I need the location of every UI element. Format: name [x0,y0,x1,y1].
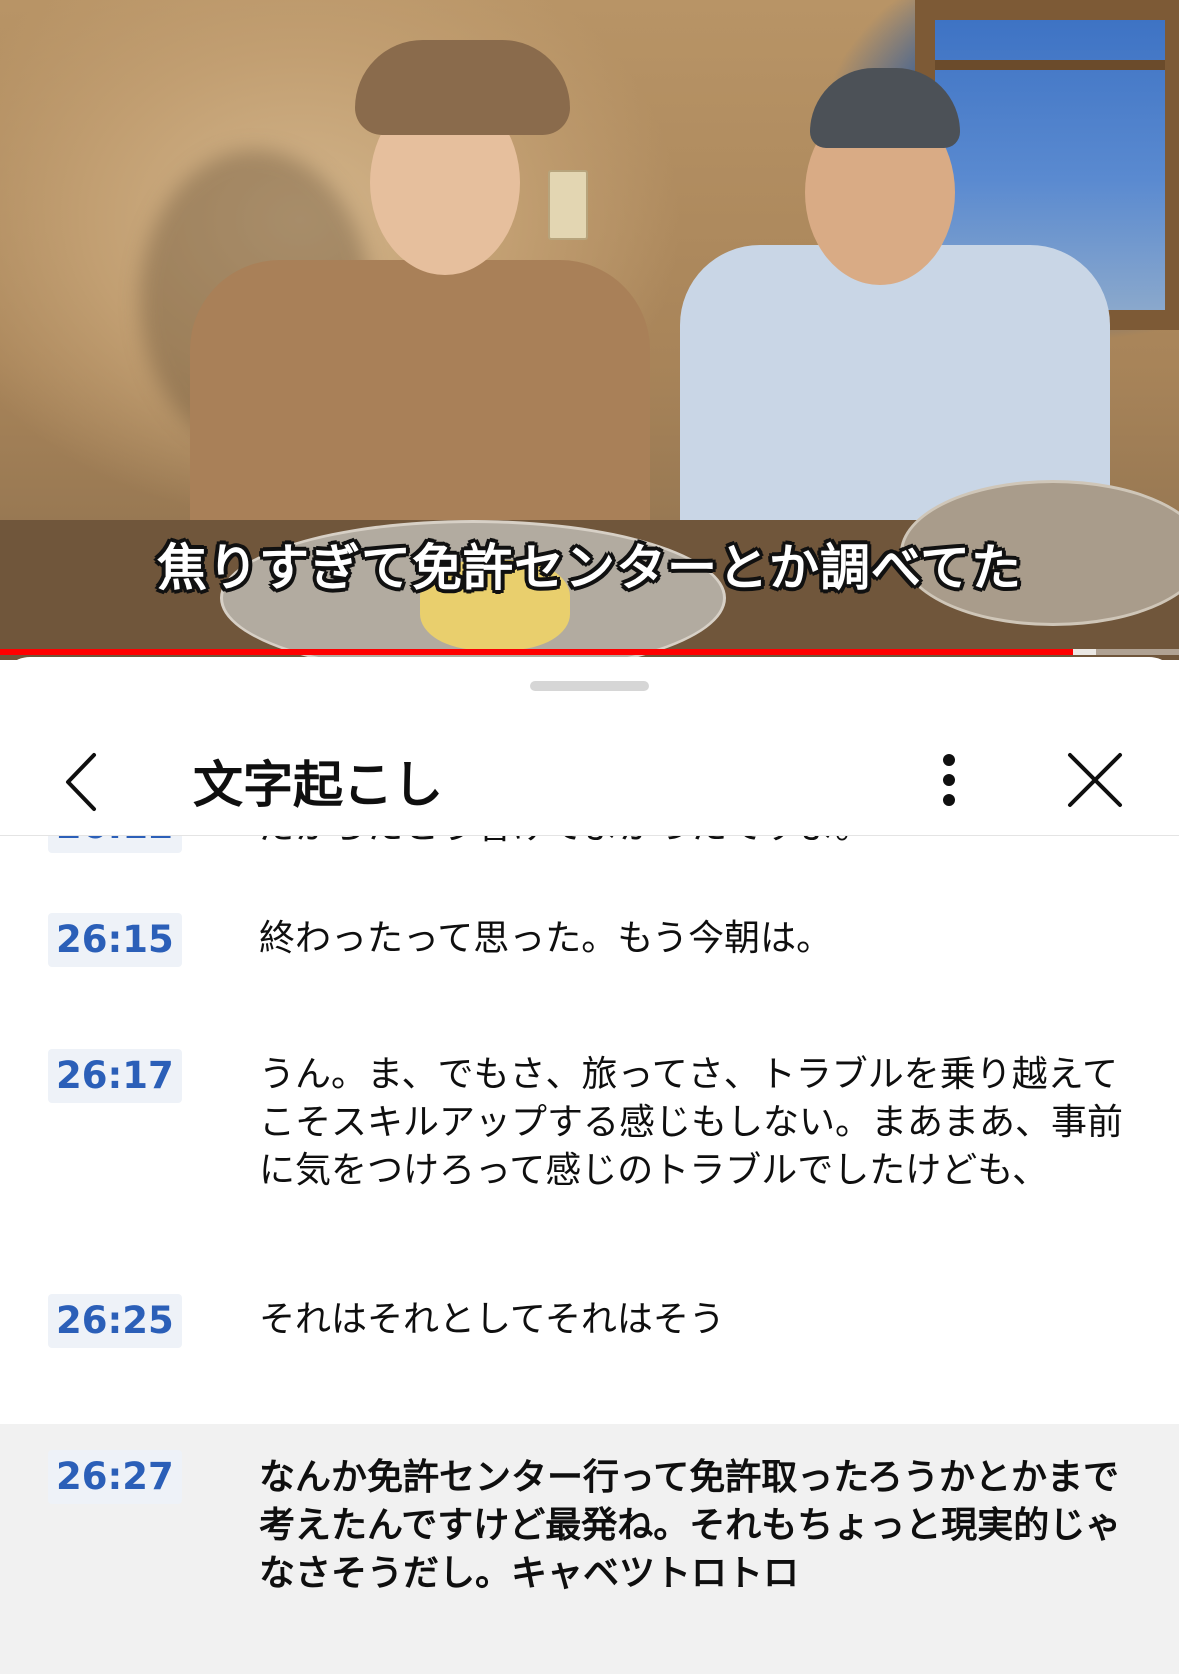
segment-text: なんか免許センター行って免許取ったろうかとかまで考えたんですけど最発ね。それもち… [259,1457,1122,1594]
transcript-segment[interactable]: 26:25 それはそれとしてそれはそう [0,1280,1179,1390]
progress-bar[interactable] [0,649,1179,655]
window-bar [935,60,1165,70]
wall-outlet [548,170,588,240]
video-caption: 焦りすぎて免許センターとか調べてた [157,539,1022,597]
transcript-segment[interactable]: 26:15 終わったって思った。もう今朝は。 [0,895,1179,1005]
timestamp[interactable]: 26:12 [48,835,182,853]
segment-text: 終わったって思った。もう今朝は。 [259,918,833,959]
segment-text: それはそれとしてそれはそう [259,1299,725,1340]
progress-fill [0,649,1073,655]
transcript-panel: 文字起こし 26:12 だからたとう着けてよかったですよ。 26:15 終わった… [0,657,1179,1674]
timestamp[interactable]: 26:27 [48,1450,182,1504]
person-left-hat [355,40,570,135]
segment-text: うん。ま、でもさ、旅ってさ、トラブルを乗り越えてこそスキルアップする感じもしない… [259,1054,1124,1191]
panel-header: 文字起こし [0,717,1179,836]
transcript-list[interactable]: 26:12 だからたとう着けてよかったですよ。 26:15 終わったって思った。… [0,835,1179,1674]
back-button[interactable] [48,747,118,817]
timestamp[interactable]: 26:15 [48,913,182,967]
drag-handle[interactable] [530,681,649,691]
close-icon [1068,753,1122,807]
segment-text: だからたとう着けてよかったですよ。 [259,835,1139,851]
more-options-button[interactable] [918,745,980,815]
close-button[interactable] [1060,745,1130,815]
more-vert-icon [943,754,955,806]
transcript-segment[interactable]: 26:17 うん。ま、でもさ、旅ってさ、トラブルを乗り越えてこそスキルアップする… [0,1035,1179,1245]
panel-title: 文字起こし [193,756,443,814]
timestamp[interactable]: 26:17 [48,1049,182,1103]
transcript-segment-active[interactable]: 26:27 なんか免許センター行って免許取ったろうかとかまで考えたんですけど最発… [0,1424,1179,1674]
transcript-segment[interactable]: 26:12 だからたとう着けてよかったですよ。 [0,835,1179,865]
video-player[interactable]: 焦りすぎて免許センターとか調べてた [0,0,1179,660]
chevron-left-icon [66,753,96,811]
timestamp[interactable]: 26:25 [48,1294,182,1348]
